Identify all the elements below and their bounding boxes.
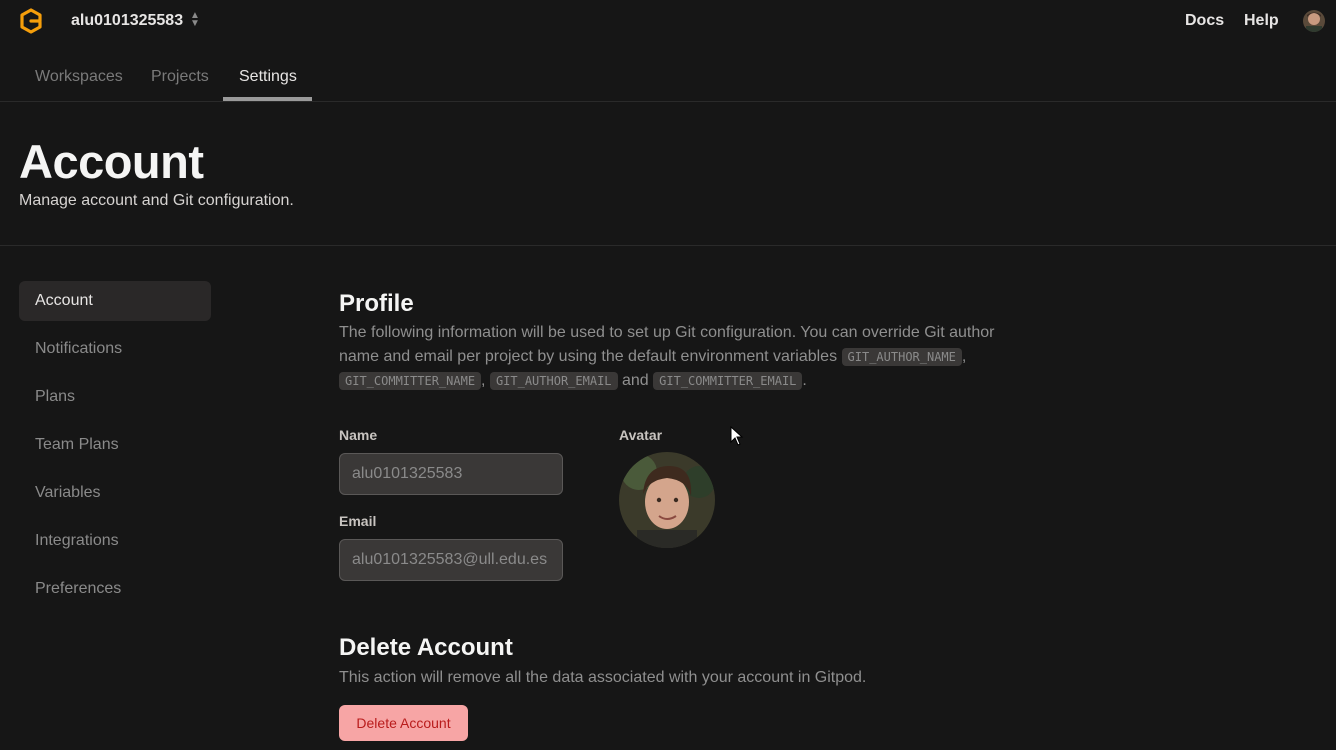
sidebar-item-team-plans[interactable]: Team Plans [19,425,211,465]
env-var-git-author-name: GIT_AUTHOR_NAME [841,348,962,366]
page-subtitle: Manage account and Git configuration. [19,192,294,209]
delete-account-title: Delete Account [339,634,513,661]
delete-account-button[interactable]: Delete Account [339,705,468,741]
avatar-label: Avatar [619,427,663,443]
profile-title: Profile [339,290,414,317]
profile-desc-and: and [621,372,649,389]
sidebar-item-plans[interactable]: Plans [19,377,211,417]
sidebar-item-integrations[interactable]: Integrations [19,521,211,561]
tab-workspaces[interactable]: Workspaces [35,68,123,86]
env-var-git-committer-name: GIT_COMMITTER_NAME [339,372,482,390]
tab-projects[interactable]: Projects [151,68,209,86]
sidebar-item-account[interactable]: Account [19,281,211,321]
sidebar-item-variables[interactable]: Variables [19,473,211,513]
user-avatar[interactable] [1303,10,1325,32]
chevron-up-down-icon[interactable]: ▲ ▼ [188,11,202,32]
help-link[interactable]: Help [1244,12,1279,30]
profile-avatar [619,452,715,548]
env-var-git-committer-email: GIT_COMMITTER_EMAIL [653,372,803,390]
delete-account-description: This action will remove all the data ass… [339,669,867,686]
mouse-cursor-icon [730,425,744,446]
org-name[interactable]: alu0101325583 [71,12,183,30]
env-var-git-author-email: GIT_AUTHOR_EMAIL [489,372,618,390]
sidebar-item-preferences[interactable]: Preferences [19,569,211,609]
divider [0,245,1336,246]
gitpod-logo-icon[interactable] [19,8,43,34]
tab-settings[interactable]: Settings [239,68,297,86]
name-field[interactable] [339,453,563,495]
page-title: Account [19,135,204,188]
sidebar-item-notifications[interactable]: Notifications [19,329,211,369]
email-field[interactable] [339,539,563,581]
profile-description: The following information will be used t… [339,324,995,390]
email-label: Email [339,513,377,529]
docs-link[interactable]: Docs [1185,12,1224,30]
top-bar: alu0101325583 ▲ ▼ Docs Help [0,0,1336,44]
active-tab-indicator [223,97,312,101]
name-label: Name [339,427,378,443]
nav-tabs: Workspaces Projects Settings [0,56,1336,102]
